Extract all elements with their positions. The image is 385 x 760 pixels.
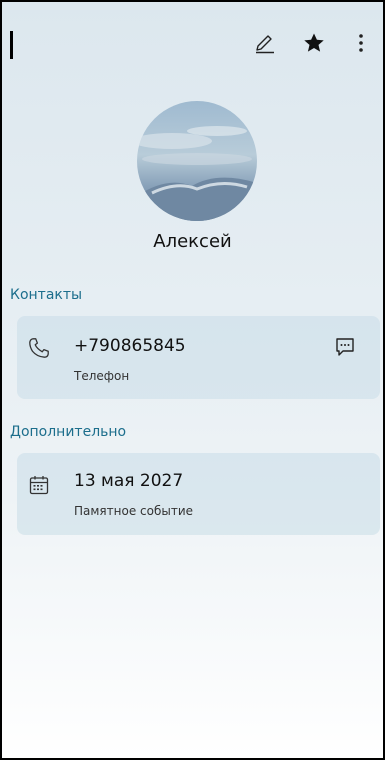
phone-icon bbox=[25, 334, 53, 362]
edit-button[interactable] bbox=[248, 26, 282, 60]
contact-name: Алексей bbox=[153, 231, 232, 252]
star-icon bbox=[304, 33, 324, 52]
screen-border-left bbox=[0, 0, 2, 760]
event-entry-card[interactable]: 13 мая 2027 Памятное событие bbox=[17, 453, 380, 535]
phone-entry-card[interactable]: +790865845 Телефон bbox=[17, 316, 380, 399]
send-message-button[interactable] bbox=[330, 332, 360, 362]
more-vert-icon bbox=[359, 34, 363, 52]
more-options-button[interactable] bbox=[344, 26, 378, 60]
event-date: 13 мая 2027 bbox=[74, 471, 184, 491]
phone-type-label: Телефон bbox=[74, 369, 130, 383]
phone-number[interactable]: +790865845 bbox=[74, 336, 186, 356]
favorite-button[interactable] bbox=[297, 26, 331, 60]
message-icon bbox=[336, 338, 354, 356]
calendar-icon bbox=[25, 471, 53, 499]
screen-border-top bbox=[0, 0, 385, 2]
avatar-photo bbox=[137, 101, 257, 221]
contact-detail-screen: Алексей Контакты +790865845 Телефон Допо… bbox=[0, 0, 385, 760]
pencil-icon bbox=[256, 35, 274, 54]
section-label-additional: Дополнительно bbox=[10, 424, 127, 440]
text-cursor bbox=[10, 31, 13, 59]
event-type-label: Памятное событие bbox=[74, 504, 194, 518]
avatar bbox=[137, 101, 257, 221]
section-label-contacts: Контакты bbox=[10, 287, 83, 303]
